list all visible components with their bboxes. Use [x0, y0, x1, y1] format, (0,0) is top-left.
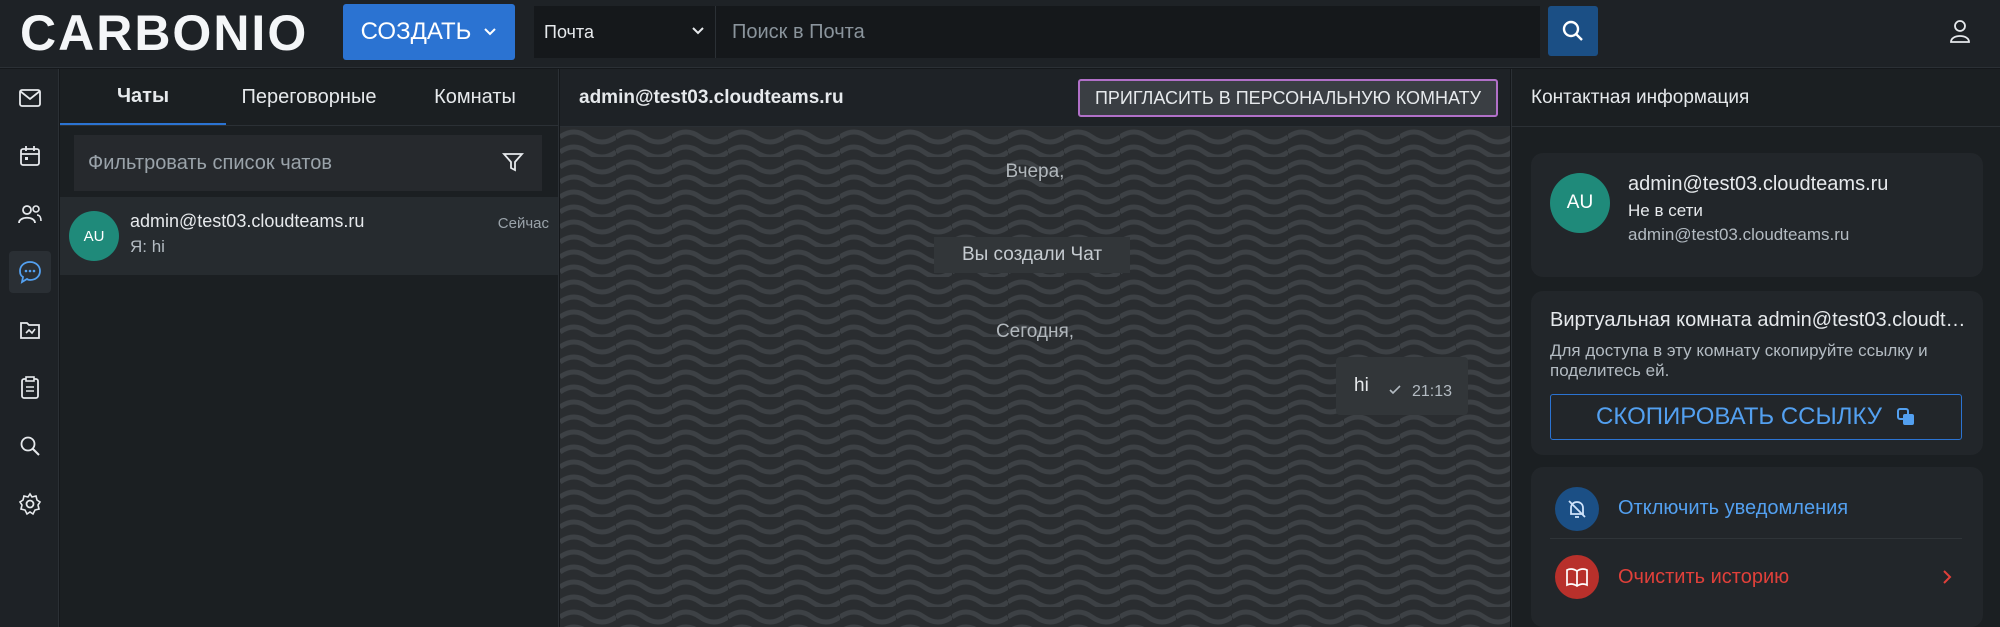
mail-icon: [19, 89, 41, 107]
book-icon: [1555, 555, 1599, 599]
contact-info-panel: Контактная информация AU admin@test03.cl…: [1511, 69, 2000, 627]
rail-mail[interactable]: [9, 77, 51, 119]
clear-history-button[interactable]: Очистить историю: [1550, 547, 1962, 607]
contact-status: Не в сети: [1628, 201, 1703, 220]
rail-calendar[interactable]: [9, 135, 51, 177]
module-select[interactable]: Почта: [534, 6, 716, 58]
copy-link-button[interactable]: СКОПИРОВАТЬ ССЫЛКУ: [1550, 394, 1962, 440]
chat-filter-input[interactable]: Фильтровать список чатов: [74, 135, 542, 191]
mute-notifications-button[interactable]: Отключить уведомления: [1550, 479, 1962, 539]
module-select-value: Почта: [544, 21, 594, 42]
virtual-room-title: Виртуальная комната admin@test03.cloudte…: [1550, 309, 1970, 331]
search-input[interactable]: Поиск в Почта: [716, 6, 1540, 58]
chat-time: Сейчас: [497, 215, 549, 232]
tab-chats[interactable]: Чаты: [60, 69, 226, 125]
chat-tabs: Чаты Переговорные Комнаты: [60, 69, 558, 126]
conversation-title: admin@test03.cloudteams.ru: [579, 87, 844, 108]
chat-list-panel: Чаты Переговорные Комнаты Фильтровать сп…: [60, 69, 559, 627]
rail-files[interactable]: [9, 309, 51, 351]
rail-tasks[interactable]: [9, 367, 51, 409]
chat-actions-card: Отключить уведомления Очистить историю: [1531, 467, 1983, 627]
invite-personal-room-button[interactable]: ПРИГЛАСИТЬ В ПЕРСОНАЛЬНУЮ КОМНАТУ: [1078, 79, 1498, 117]
divider: [1512, 126, 2000, 127]
contact-name: admin@test03.cloudteams.ru: [1628, 173, 1889, 195]
search-button[interactable]: [1548, 6, 1598, 56]
tab-meetings[interactable]: Переговорные: [226, 69, 392, 125]
files-icon: [20, 322, 40, 339]
filter-icon[interactable]: [502, 151, 524, 173]
rail-chats[interactable]: [9, 251, 51, 293]
copy-link-label: СКОПИРОВАТЬ ССЫЛКУ: [1596, 403, 1882, 430]
chat-icon: [19, 261, 41, 284]
chevron-down-icon: [484, 28, 497, 36]
info-panel-title: Контактная информация: [1531, 87, 1750, 108]
chat-list-item[interactable]: AU admin@test03.cloudteams.ru Я: hi Сейч…: [60, 197, 558, 275]
virtual-room-card: Виртуальная комната admin@test03.cloudte…: [1531, 291, 1983, 455]
create-button-label: СОЗДАТЬ: [360, 18, 472, 45]
calendar-icon: [20, 146, 40, 166]
gear-icon: [18, 492, 42, 516]
message-text: hi: [1354, 375, 1369, 396]
search-bar: Почта Поиск в Почта: [534, 6, 1540, 58]
system-message: Вы создали Чат: [934, 237, 1130, 273]
create-button[interactable]: СОЗДАТЬ: [343, 4, 515, 60]
top-bar: CARBONIO СОЗДАТЬ Почта Поиск в Почта: [0, 0, 2000, 68]
contacts-icon: [18, 205, 42, 224]
chat-filter-placeholder: Фильтровать список чатов: [88, 151, 332, 174]
contact-email: admin@test03.cloudteams.ru: [1628, 225, 1850, 244]
chevron-down-icon: [692, 27, 704, 35]
app-logo: CARBONIO: [20, 5, 309, 61]
message-bubble[interactable]: hi 21:13: [1336, 357, 1468, 415]
module-rail: [0, 69, 59, 627]
user-menu-button[interactable]: [1948, 18, 1972, 49]
conversation-panel: admin@test03.cloudteams.ru ПРИГЛАСИТЬ В …: [560, 69, 1510, 627]
bell-off-icon: [1555, 486, 1599, 531]
mute-notifications-label: Отключить уведомления: [1618, 497, 1849, 519]
check-icon: [1389, 385, 1401, 395]
conversation-header: admin@test03.cloudteams.ru ПРИГЛАСИТЬ В …: [560, 69, 1510, 127]
avatar: AU: [69, 211, 119, 261]
date-separator: Вчера,: [1005, 161, 1065, 182]
chevron-right-icon: [1943, 570, 1952, 584]
avatar: AU: [1550, 173, 1610, 233]
virtual-room-description: Для доступа в эту комнату скопируйте ссы…: [1550, 341, 1928, 380]
clear-history-label: Очистить историю: [1618, 565, 1790, 588]
tab-rooms[interactable]: Комнаты: [392, 69, 558, 125]
search-icon: [20, 436, 40, 456]
rail-settings[interactable]: [9, 483, 51, 525]
chat-name: admin@test03.cloudteams.ru: [130, 211, 365, 231]
copy-icon: [1896, 408, 1914, 425]
date-separator: Сегодня,: [995, 321, 1075, 342]
rail-search[interactable]: [9, 425, 51, 467]
rail-contacts[interactable]: [9, 193, 51, 235]
tasks-icon: [21, 376, 39, 399]
message-time: 21:13: [1412, 383, 1453, 400]
message-area: Вчера, Вы создали Чат Сегодня, hi 21:13: [560, 127, 1510, 627]
user-icon: [1950, 20, 1970, 43]
contact-card: AU admin@test03.cloudteams.ru Не в сети …: [1531, 153, 1983, 277]
search-icon: [1562, 20, 1583, 41]
chat-last-message: Я: hi: [130, 237, 165, 256]
